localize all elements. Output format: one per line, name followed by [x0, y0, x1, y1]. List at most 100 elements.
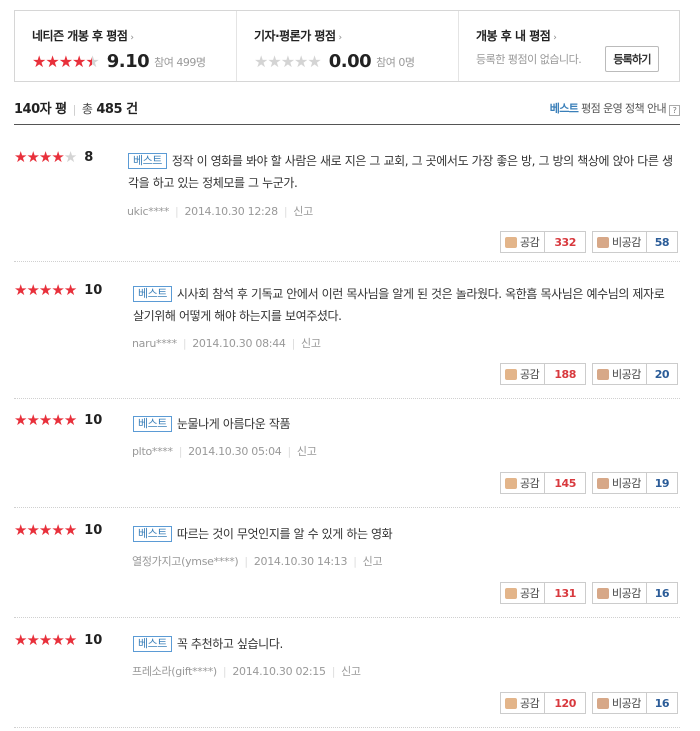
review-user[interactable]: plto**** [132, 445, 173, 458]
arrow-right-icon: › [553, 33, 557, 43]
like-button[interactable]: 공감 188 [500, 363, 586, 385]
dislike-label: 비공감 [612, 236, 641, 249]
policy-link[interactable]: 베스트 평점 운영 정책 안내? [550, 100, 680, 116]
review-item: ★ ★ ★ ★ ★ 10 베스트 시사회 참석 후 기독교 안에서 이런 목사님을 알게 … [14, 283, 680, 399]
thumbs-up-icon [505, 236, 517, 248]
total-label: 총 [81, 102, 93, 116]
header-divider [14, 124, 680, 125]
like-button[interactable]: 공감 145 [500, 472, 586, 494]
netizen-rating-title[interactable]: 네티즌 개봉 후 평점 › [32, 27, 236, 44]
divider: | [283, 205, 288, 218]
divider: | [291, 337, 296, 350]
review-user[interactable]: 열정가지고(ymse****) [132, 555, 239, 568]
report-link[interactable]: 신고 [297, 445, 317, 458]
vote-buttons: 공감 120 비공감 16 [500, 692, 678, 714]
like-count: 188 [544, 364, 585, 384]
like-count: 332 [544, 232, 585, 252]
review-item: ★ ★ ★ ★ ★ 10 베스트 따르는 것이 무엇인지를 알 수 있게 하는 영화 열정… [14, 523, 680, 618]
policy-best-label: 베스트 [549, 102, 579, 115]
like-button[interactable]: 공감 332 [500, 231, 586, 253]
review-text: 정작 이 영화를 봐야 할 사람은 새로 지은 그 교회, 그 곳에서도 가장 … [128, 154, 673, 190]
thumbs-up-icon [505, 587, 517, 599]
review-date: 2014.10.30 14:13 [253, 555, 348, 568]
my-rating-title[interactable]: 개봉 후 내 평점 › [476, 27, 679, 44]
report-link[interactable]: 신고 [363, 555, 383, 568]
like-count: 145 [544, 473, 585, 493]
review-date: 2014.10.30 05:04 [188, 445, 282, 458]
review-user[interactable]: 프레소라(gift****) [132, 665, 217, 678]
review-stars: ★ ★ ★ ★ ★ [14, 411, 77, 429]
report-link[interactable]: 신고 [293, 205, 313, 218]
dislike-button[interactable]: 비공감 58 [592, 231, 678, 253]
like-label: 공감 [520, 587, 540, 600]
thumbs-down-icon [597, 236, 609, 248]
critic-score: 0.00 [328, 51, 372, 72]
dislike-button[interactable]: 비공감 16 [592, 692, 678, 714]
dislike-label: 비공감 [612, 368, 641, 381]
thumbs-up-icon [505, 477, 517, 489]
review-rating: ★ ★ ★ ★ ★ 8 [14, 150, 93, 166]
review-body: 베스트 따르는 것이 무엇인지를 알 수 있게 하는 영화 [133, 523, 673, 545]
best-badge: 베스트 [133, 526, 172, 542]
review-body: 베스트 눈물나게 아름다운 작품 [133, 413, 673, 435]
divider: | [182, 337, 187, 350]
like-label: 공감 [520, 236, 540, 249]
dislike-count: 19 [645, 473, 677, 493]
review-divider [14, 507, 680, 508]
my-rating: 개봉 후 내 평점 › 등록한 평점이 없습니다. 등록하기 [459, 11, 679, 81]
thumbs-up-icon [505, 368, 517, 380]
review-body: 베스트 시사회 참석 후 기독교 안에서 이런 목사님을 알게 된 것은 놀라웠다… [133, 283, 673, 327]
arrow-right-icon: › [130, 33, 134, 43]
no-rating-text: 등록한 평점이 없습니다. [476, 53, 582, 66]
dislike-count: 58 [645, 232, 677, 252]
arrow-right-icon: › [338, 33, 343, 43]
netizen-participants: 참여 499명 [154, 55, 206, 69]
review-divider [14, 398, 680, 399]
divider: | [222, 665, 227, 678]
dislike-count: 16 [645, 583, 677, 603]
star-filled-icon: ★ [38, 521, 52, 539]
review-meta: naru**** | 2014.10.30 08:44 | 신고 [132, 335, 321, 351]
thumbs-down-icon [597, 368, 609, 380]
star-filled-icon: ★ [26, 411, 39, 429]
like-label: 공감 [520, 697, 540, 710]
star-filled-icon: ★ [45, 51, 59, 71]
best-badge: 베스트 [133, 636, 172, 652]
dislike-button[interactable]: 비공감 19 [592, 472, 678, 494]
star-filled-icon: ★ [26, 281, 39, 299]
star-filled-icon: ★ [32, 51, 46, 71]
critic-rating-title[interactable]: 기자·평론가 평점 › [254, 27, 458, 44]
review-meta: 프레소라(gift****) | 2014.10.30 02:15 | 신고 [132, 663, 361, 679]
review-score: 10 [84, 283, 103, 298]
review-user[interactable]: ukic**** [127, 205, 169, 218]
star-filled-icon: ★ [51, 281, 64, 299]
report-link[interactable]: 신고 [341, 665, 361, 678]
review-item: ★ ★ ★ ★ ★ 10 베스트 눈물나게 아름다운 작품 plto**** | 2014.1… [14, 413, 680, 508]
tab-140-review[interactable]: 140자 평 [14, 102, 67, 117]
thumbs-down-icon [597, 477, 609, 489]
star-filled-icon: ★ [51, 521, 64, 539]
like-button[interactable]: 공감 131 [500, 582, 586, 604]
vote-buttons: 공감 131 비공감 16 [500, 582, 678, 604]
review-meta: ukic**** | 2014.10.30 12:28 | 신고 [127, 203, 313, 219]
help-icon[interactable]: ? [669, 105, 680, 116]
review-text: 꼭 추천하고 싶습니다. [176, 637, 283, 651]
review-stars: ★ ★ ★ ★ ★ [14, 150, 77, 165]
review-user[interactable]: naru**** [132, 337, 177, 350]
review-body: 베스트 정작 이 영화를 봐야 할 사람은 새로 지은 그 교회, 그 곳에서도 … [128, 150, 673, 194]
star-filled-icon: ★ [38, 411, 52, 429]
star-empty-icon: ★ [280, 51, 295, 71]
star-filled-icon: ★ [38, 631, 52, 649]
like-button[interactable]: 공감 120 [500, 692, 586, 714]
star-filled-icon: ★ [63, 281, 77, 299]
dislike-button[interactable]: 비공감 16 [592, 582, 678, 604]
review-divider [14, 617, 680, 618]
critic-rating: 기자·평론가 평점 › ★ ★ ★ ★ ★ 0.00 참여 0명 [237, 11, 459, 81]
star-filled-icon: ★ [63, 631, 77, 649]
star-filled-icon: ★ [14, 521, 27, 539]
report-link[interactable]: 신고 [301, 337, 321, 350]
star-filled-icon: ★ [26, 521, 39, 539]
dislike-button[interactable]: 비공감 20 [592, 363, 678, 385]
review-stars: ★ ★ ★ ★ ★ [14, 631, 77, 649]
register-rating-button[interactable]: 등록하기 [605, 46, 659, 72]
